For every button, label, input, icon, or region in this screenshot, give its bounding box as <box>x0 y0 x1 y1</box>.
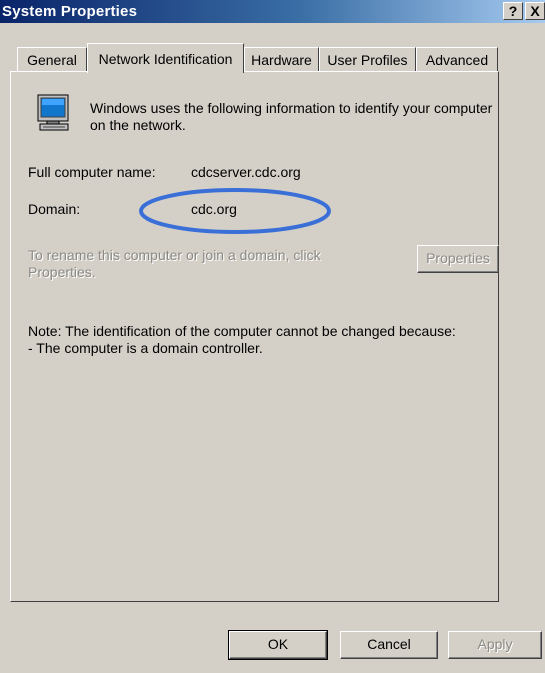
window-title: System Properties <box>2 3 138 20</box>
intro-text-line2: on the network. <box>90 117 186 133</box>
rename-text-line1: To rename this computer or join a domain… <box>28 247 321 263</box>
intro-text-line1: Windows uses the following information t… <box>90 100 493 116</box>
network-identification-panel: Windows uses the following information t… <box>10 71 499 602</box>
tab-hardware[interactable]: Hardware <box>244 47 319 73</box>
full-computer-name-label: Full computer name: <box>28 164 156 180</box>
system-properties-window: System Properties ? X General Network Id… <box>0 0 545 673</box>
help-button[interactable]: ? <box>503 2 523 20</box>
rename-text-line2: Properties. <box>28 264 96 280</box>
tab-advanced[interactable]: Advanced <box>416 47 498 73</box>
tab-user-profiles[interactable]: User Profiles <box>319 47 416 73</box>
domain-highlight-ellipse <box>139 188 331 234</box>
close-button[interactable]: X <box>525 2 545 20</box>
note-text-line2: - The computer is a domain controller. <box>28 340 263 356</box>
tab-network-identification[interactable]: Network Identification <box>87 43 244 73</box>
apply-button[interactable]: Apply <box>448 631 542 659</box>
full-computer-name-value: cdcserver.cdc.org <box>191 164 301 180</box>
domain-label: Domain: <box>28 201 81 217</box>
ok-button[interactable]: OK <box>228 630 328 660</box>
cancel-button[interactable]: Cancel <box>340 631 438 659</box>
computer-monitor-icon <box>37 94 69 131</box>
tab-general[interactable]: General <box>17 47 87 73</box>
title-bar[interactable]: System Properties ? X <box>0 0 545 23</box>
note-text-line1: Note: The identification of the computer… <box>28 323 456 339</box>
properties-button[interactable]: Properties <box>417 245 499 273</box>
